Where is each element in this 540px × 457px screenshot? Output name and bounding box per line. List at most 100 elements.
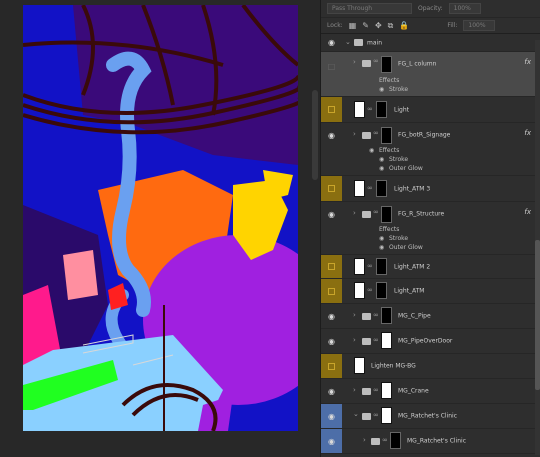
folder-icon (362, 338, 371, 345)
fx-icon[interactable]: fx (524, 208, 531, 216)
folder-icon (362, 132, 371, 139)
effects-label: Effects (379, 226, 400, 233)
lock-artboard-icon[interactable]: ⧉ (388, 21, 394, 30)
folder-icon (362, 413, 371, 420)
visibility-toggle[interactable] (321, 176, 342, 201)
lock-label: Lock: (327, 22, 343, 29)
layer-name: MG_Ratchet's Clinic (398, 412, 458, 420)
layer-name: MG_Crane (398, 387, 429, 395)
lock-bar: Lock: ▦ ✎ ✥ ⧉ 🔒 Fill: 100% (321, 18, 540, 34)
visibility-eye-icon[interactable]: ◉ (321, 202, 342, 226)
effect-eye-icon[interactable]: ◉ (379, 165, 384, 172)
visibility-eye-icon[interactable]: ◉ (321, 379, 342, 403)
layer-name: Lighten MG-BG (371, 362, 416, 370)
visibility-eye-icon[interactable]: □ (321, 57, 342, 75)
canvas-scrollbar[interactable] (312, 90, 318, 180)
link-icon: ∞ (373, 311, 379, 319)
layer-thumbnail (354, 357, 365, 374)
mask-thumbnail (381, 56, 392, 73)
mask-thumbnail (376, 282, 387, 299)
chevron-right-icon[interactable]: › (353, 130, 356, 138)
link-icon: ∞ (367, 184, 373, 192)
layer-row[interactable]: Lighten MG-BG (321, 354, 540, 379)
effect-outer-glow: Outer Glow (389, 244, 423, 251)
link-icon: ∞ (373, 129, 379, 137)
layer-row[interactable]: ◉ ⌄ main (321, 34, 540, 52)
mask-thumbnail (376, 101, 387, 118)
effect-eye-icon[interactable]: ◉ (379, 86, 384, 93)
effect-eye-icon[interactable]: ◉ (379, 244, 384, 251)
folder-icon (362, 211, 371, 218)
link-icon: ∞ (367, 262, 373, 270)
effects-label: Effects (379, 147, 400, 154)
chevron-right-icon[interactable]: › (353, 311, 356, 319)
mask-thumbnail (390, 432, 401, 449)
document-canvas[interactable] (23, 5, 298, 431)
link-icon: ∞ (373, 208, 379, 216)
fill-input[interactable]: 100% (463, 20, 496, 31)
chevron-right-icon[interactable]: › (353, 386, 356, 394)
chevron-right-icon[interactable]: › (353, 209, 356, 217)
fx-icon[interactable]: fx (524, 58, 531, 66)
folder-icon (362, 60, 371, 67)
link-icon: ∞ (373, 57, 379, 65)
layer-row[interactable]: ∞ Light_ATM 3 (321, 176, 540, 202)
layer-row[interactable]: □ › ∞ FG_L column fx ⌃ Effects ◉ Stroke (321, 52, 540, 97)
layer-row[interactable]: ∞ Light_ATM 2 (321, 255, 540, 279)
layer-name: MG_Ratchet's Clinic (407, 437, 467, 445)
fx-icon[interactable]: fx (524, 129, 531, 137)
layer-row[interactable]: ∞ Light (321, 97, 540, 123)
layer-name: FG_R_Structure (398, 210, 445, 218)
layer-row[interactable]: ◉ › ∞ MG_C_Pipe (321, 304, 540, 329)
lock-all-icon[interactable]: 🔒 (399, 21, 409, 30)
visibility-toggle[interactable] (321, 279, 342, 303)
effect-stroke: Stroke (389, 156, 409, 163)
visibility-toggle[interactable] (321, 97, 342, 122)
chevron-right-icon[interactable]: › (353, 336, 356, 344)
layer-name: Light_ATM 2 (394, 263, 431, 270)
visibility-eye-icon[interactable]: ◉ (321, 34, 342, 51)
effects-label: Effects (379, 77, 400, 84)
layer-thumbnail (354, 180, 365, 197)
layer-row[interactable]: ◉ ⌄ ∞ MG_Ratchet's Clinic (321, 404, 540, 429)
layer-thumbnail (354, 282, 365, 299)
layer-name: main (367, 39, 382, 46)
lock-pixels-icon[interactable]: ✎ (362, 21, 369, 30)
mask-thumbnail (381, 127, 392, 144)
layer-row[interactable]: ◉ › ∞ MG_PipeOverDoor (321, 329, 540, 354)
link-icon: ∞ (373, 386, 379, 394)
visibility-eye-icon[interactable]: ◉ (321, 429, 342, 453)
visibility-toggle[interactable] (321, 255, 342, 278)
chevron-down-icon[interactable]: ⌄ (353, 410, 359, 418)
lock-transparent-icon[interactable]: ▦ (349, 21, 357, 30)
layer-row[interactable]: ∞ Light_ATM (321, 279, 540, 304)
layer-row[interactable]: ◉ › ∞ MG_Ratchet's Clinic (321, 429, 540, 454)
layer-row[interactable]: ◉ › ∞ FG_botR_Signage fx ⌃ ◉ Effects ◉ S… (321, 123, 540, 176)
layer-name: FG_botR_Signage (398, 131, 451, 139)
canvas-area (0, 0, 320, 457)
layer-name: Light (394, 106, 409, 113)
layer-row[interactable]: ◉ › ∞ FG_R_Structure fx ⌃ Effects ◉ Stro… (321, 202, 540, 255)
effect-eye-icon[interactable]: ◉ (369, 147, 374, 154)
layer-row[interactable]: ◉ › ∞ MG_Crane (321, 379, 540, 404)
visibility-eye-icon[interactable]: ◉ (321, 404, 342, 428)
effect-eye-icon[interactable]: ◉ (379, 235, 384, 242)
chevron-right-icon[interactable]: › (353, 58, 356, 66)
chevron-down-icon[interactable]: ⌄ (345, 38, 351, 46)
chevron-right-icon[interactable]: › (363, 436, 366, 444)
artwork (23, 5, 298, 431)
visibility-eye-icon[interactable]: ◉ (321, 304, 342, 328)
mask-thumbnail (376, 258, 387, 275)
visibility-toggle[interactable] (321, 354, 342, 378)
lock-position-icon[interactable]: ✥ (375, 21, 382, 30)
layer-list: ◉ ⌄ main □ › ∞ FG_L column fx ⌃ Effects … (321, 34, 540, 454)
blend-mode-select[interactable]: Pass Through (327, 3, 412, 14)
opacity-input[interactable]: 100% (448, 3, 481, 14)
link-icon: ∞ (367, 286, 373, 294)
visibility-eye-icon[interactable]: ◉ (321, 123, 342, 147)
opacity-label: Opacity: (418, 5, 443, 12)
visibility-eye-icon[interactable]: ◉ (321, 329, 342, 353)
effect-eye-icon[interactable]: ◉ (379, 156, 384, 163)
layer-name: MG_C_Pipe (398, 312, 431, 320)
panel-scroll-thumb[interactable] (535, 240, 540, 390)
